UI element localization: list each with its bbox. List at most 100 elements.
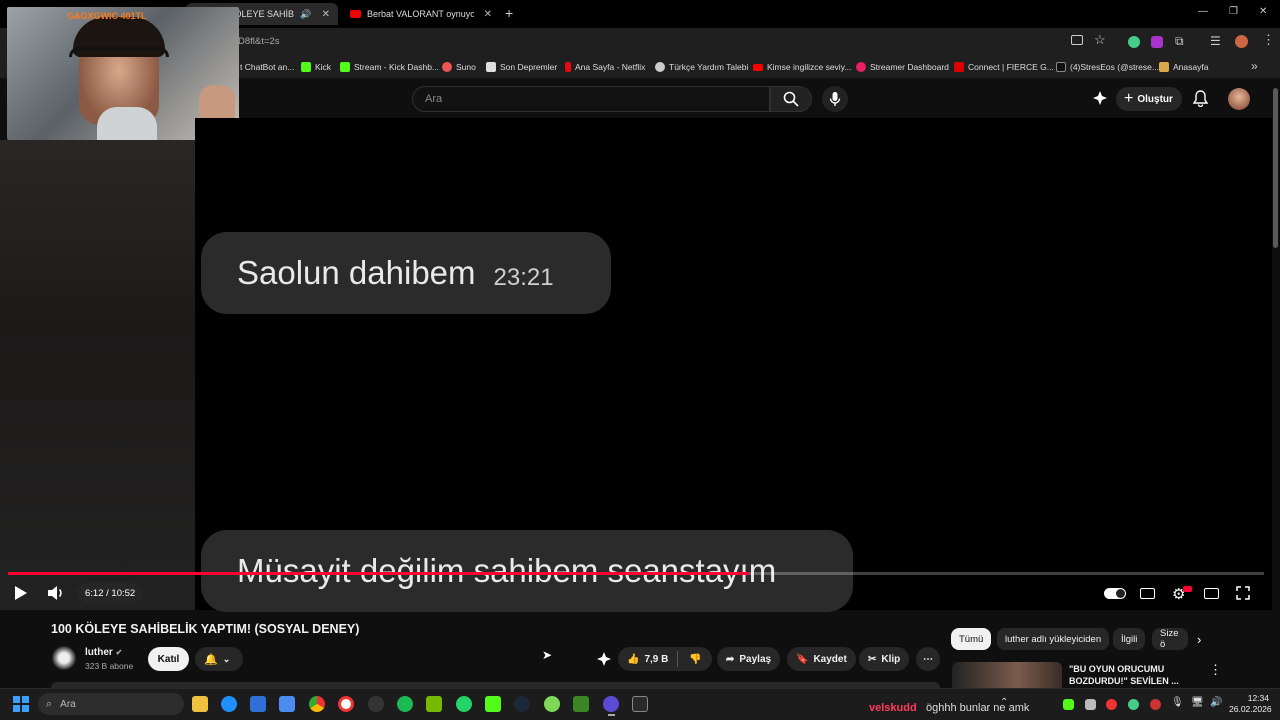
- voice-search-button[interactable]: [822, 86, 848, 112]
- extensions-puzzle-icon[interactable]: ⧉: [1175, 34, 1184, 49]
- bookmark-item[interactable]: Stream - Kick Dashb...: [340, 60, 439, 74]
- profile-avatar[interactable]: [1235, 35, 1248, 48]
- tray-expand-icon[interactable]: ⌃: [1000, 697, 1008, 708]
- search-button[interactable]: [770, 86, 812, 112]
- tab-valorant[interactable]: Berbat VALORANT oynuyorsun ✕: [342, 3, 500, 25]
- edge-icon[interactable]: [221, 696, 237, 712]
- recommended-more-icon[interactable]: ⋮: [1209, 662, 1222, 678]
- account-avatar[interactable]: [1228, 88, 1250, 110]
- play-button[interactable]: [12, 585, 28, 606]
- kick-icon: [301, 62, 311, 72]
- network-icon[interactable]: 🖥: [1191, 697, 1204, 708]
- recommended-thumbnail[interactable]: [952, 662, 1062, 688]
- minimize-button[interactable]: —: [1198, 6, 1208, 17]
- install-app-icon[interactable]: [1071, 35, 1083, 45]
- bookmark-item[interactable]: Suno: [442, 60, 476, 74]
- bookmarks-overflow-button[interactable]: »: [1251, 59, 1258, 73]
- bookmark-item[interactable]: Türkçe Yardım Talebi: [655, 60, 748, 74]
- reading-list-icon[interactable]: ☰: [1210, 34, 1221, 48]
- tray-app-icon[interactable]: [1063, 699, 1074, 710]
- volume-icon: [48, 586, 62, 600]
- opera-icon[interactable]: [338, 696, 354, 712]
- chrome-menu-icon[interactable]: ⋮: [1262, 32, 1275, 48]
- ask-spark-icon[interactable]: [596, 652, 612, 666]
- steam-icon[interactable]: [514, 696, 530, 712]
- mute-button[interactable]: [47, 585, 65, 606]
- store-icon[interactable]: [250, 696, 266, 712]
- video-player[interactable]: Saolun dahibem 23:21 Müsayit değilim sah…: [195, 118, 1272, 612]
- close-window-button[interactable]: ✕: [1259, 6, 1267, 17]
- obs-icon[interactable]: [368, 696, 384, 712]
- theater-mode-icon[interactable]: [1204, 588, 1219, 599]
- minecraft-icon[interactable]: [573, 696, 589, 712]
- search-icon: ⌕: [46, 697, 53, 710]
- dislike-button[interactable]: 👎: [683, 654, 707, 665]
- bookmark-item[interactable]: Kimse ingilizce seviy...: [753, 60, 851, 74]
- chips-next-arrow[interactable]: ›: [1197, 632, 1201, 647]
- tray-app-icon[interactable]: [1085, 699, 1096, 710]
- duolingo-icon[interactable]: [544, 696, 560, 712]
- windows-start-icon[interactable]: [13, 696, 29, 712]
- chip-all[interactable]: Tümü: [951, 628, 992, 650]
- channel-avatar[interactable]: [52, 646, 76, 670]
- chat-username: velskudd: [869, 702, 917, 714]
- more-actions-button[interactable]: ⋯: [916, 647, 940, 671]
- save-button[interactable]: 🔖 Kaydet: [787, 647, 856, 671]
- mail-icon[interactable]: [279, 696, 295, 712]
- page-scrollbar[interactable]: [1273, 88, 1278, 248]
- bookmark-item[interactable]: Kick: [301, 60, 331, 74]
- taskbar-search[interactable]: ⌕ Ara: [38, 693, 184, 715]
- search-input[interactable]: Ara: [412, 86, 770, 112]
- spotify-icon[interactable]: [397, 696, 413, 712]
- create-button[interactable]: + Oluştur: [1116, 87, 1182, 111]
- progress-track[interactable]: [8, 572, 1264, 575]
- chip-related[interactable]: İlgili: [1113, 628, 1146, 650]
- clip-button[interactable]: ✂ Klip: [859, 647, 910, 671]
- close-tab-icon[interactable]: ✕: [322, 9, 330, 20]
- app-icon[interactable]: [603, 696, 619, 712]
- close-tab-icon[interactable]: ✕: [484, 9, 492, 20]
- notifications-button[interactable]: [1192, 90, 1209, 112]
- extension-icon[interactable]: [1151, 36, 1163, 48]
- channel-name[interactable]: luther ✔: [85, 647, 122, 658]
- bookmark-item[interactable]: Son Depremler: [486, 60, 557, 74]
- bookmark-item[interactable]: Streamer Dashboard: [856, 60, 949, 74]
- volume-tray-icon[interactable]: 🔊: [1210, 697, 1222, 708]
- autoplay-toggle[interactable]: [1104, 588, 1126, 599]
- subscribe-bell-button[interactable]: 🔔 ⌄: [195, 647, 243, 671]
- share-button[interactable]: ➦ Paylaş: [717, 647, 781, 671]
- bookmark-item[interactable]: Ana Sayfa - Netflix: [565, 60, 645, 74]
- tray-app-icon[interactable]: [1106, 699, 1117, 710]
- epic-games-icon[interactable]: [632, 696, 648, 712]
- new-tab-button[interactable]: +: [505, 5, 513, 21]
- bookmark-item[interactable]: Connect | FIERCE G...: [954, 60, 1054, 74]
- file-explorer-icon[interactable]: [192, 696, 208, 712]
- whatsapp-icon[interactable]: [456, 696, 472, 712]
- join-button[interactable]: Katıl: [148, 647, 189, 671]
- chip-from-uploader[interactable]: luther adlı yükleyiciden: [997, 628, 1110, 650]
- more-horizontal-icon: ⋯: [923, 653, 933, 665]
- bookmark-star-icon[interactable]: ☆: [1094, 32, 1106, 48]
- bell-icon: [1192, 90, 1209, 108]
- scissors-icon: ✂: [868, 653, 877, 665]
- mic-tray-icon[interactable]: 🎙: [1171, 697, 1184, 708]
- kick-app-icon[interactable]: [485, 696, 501, 712]
- subtitles-icon[interactable]: [1140, 588, 1155, 599]
- speaker-icon[interactable]: 🔊: [300, 9, 311, 20]
- nvidia-icon[interactable]: [426, 696, 442, 712]
- clock[interactable]: 12:34 26.02.2026: [1229, 693, 1272, 715]
- extension-icon[interactable]: [1128, 36, 1140, 48]
- create-spark-icon[interactable]: [1092, 91, 1108, 105]
- chrome-icon[interactable]: [309, 696, 325, 712]
- like-button[interactable]: 👍 7,9 B: [627, 654, 668, 665]
- bookmark-item[interactable]: Anasayfa: [1159, 60, 1208, 74]
- bookmark-item[interactable]: t ChatBot an...: [240, 60, 294, 74]
- kick-icon: [340, 62, 350, 72]
- tray-app-icon[interactable]: [1128, 699, 1139, 710]
- bookmark-item[interactable]: (4)StresEos (@strese...: [1056, 60, 1159, 74]
- tray-app-icon[interactable]: [1150, 699, 1161, 710]
- recommended-title[interactable]: "BU OYUN ORUCUMU BOZDURDU!" SEVİLEN ...: [1069, 663, 1199, 687]
- maximize-button[interactable]: ❐: [1229, 6, 1238, 17]
- fullscreen-button[interactable]: [1236, 586, 1250, 605]
- chip-for-you[interactable]: Size ö: [1152, 628, 1188, 650]
